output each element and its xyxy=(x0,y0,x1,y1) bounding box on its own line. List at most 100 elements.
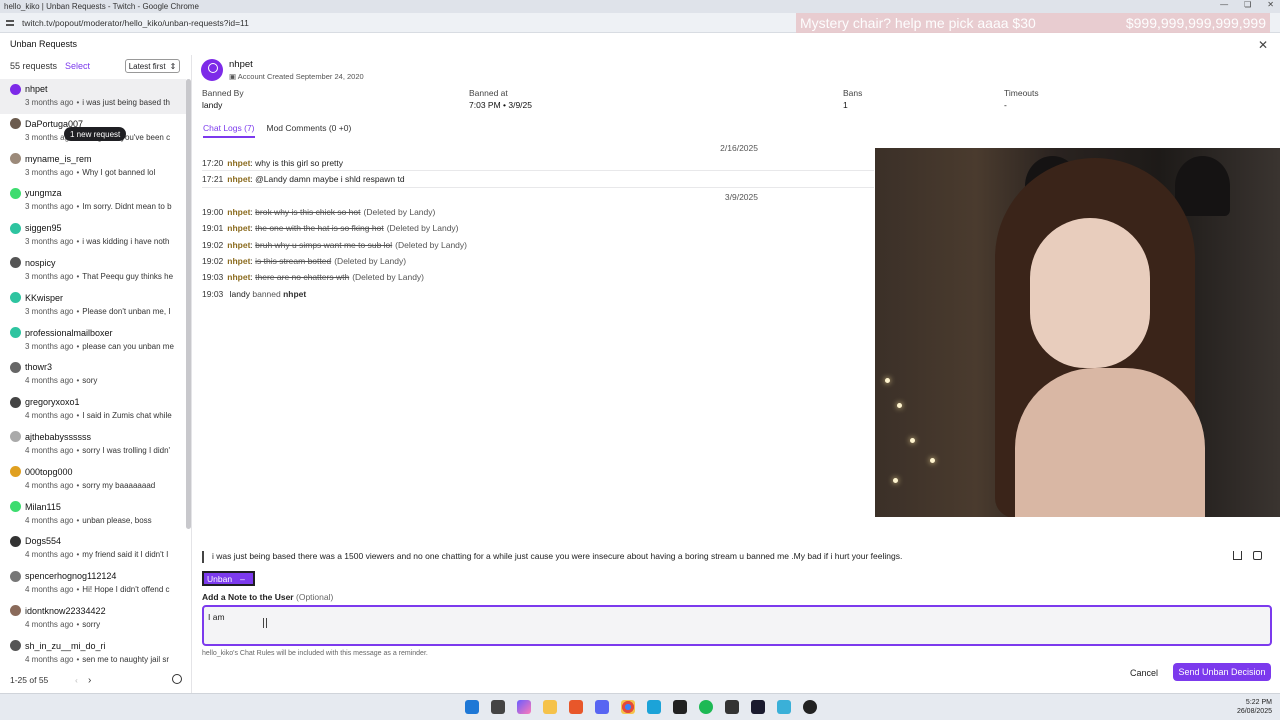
chat-author[interactable]: nhpet xyxy=(227,272,250,282)
ban-event: 19:03 landy banned nhpet xyxy=(202,288,307,299)
username[interactable]: nhpet xyxy=(229,59,364,70)
sidebar-scrollbar[interactable] xyxy=(186,79,191,529)
request-username: nospicy xyxy=(25,257,56,268)
edge-icon[interactable] xyxy=(647,700,661,714)
cancel-button[interactable]: Cancel xyxy=(1126,665,1162,681)
request-list-item[interactable]: 000topg000 4 months ago • sorry my baaaaaaa… xyxy=(0,462,186,497)
chat-message: 19:02 nhpet: bruh why u simps want me to … xyxy=(202,239,467,250)
avatar xyxy=(10,292,21,304)
copilot-icon[interactable] xyxy=(517,700,531,714)
chat-author[interactable]: nhpet xyxy=(227,240,250,250)
minimize-icon[interactable]: — xyxy=(1220,0,1228,9)
chat-message: 19:00 nhpet: brok why is this chick so ho… xyxy=(202,206,436,217)
obs-icon[interactable] xyxy=(803,700,817,714)
window-controls: — ❏ ✕ xyxy=(1220,0,1274,9)
app-icon[interactable] xyxy=(751,700,765,714)
request-list-item[interactable]: idontknow22334422 4 months ago • sorry xyxy=(0,601,186,636)
request-age: 4 months ago xyxy=(25,515,74,525)
avatar xyxy=(10,605,21,617)
prev-page-button[interactable]: ‹ xyxy=(75,675,78,685)
request-username: KKwisper xyxy=(25,292,64,303)
file-explorer-icon[interactable] xyxy=(491,700,505,714)
deleted-message: bruh why u simps want me to sub lol xyxy=(255,239,393,250)
close-icon[interactable]: ✕ xyxy=(1258,38,1268,52)
sidebar-toolbar: 55 requests Select Latest first ⇕ xyxy=(0,55,191,77)
chrome-icon[interactable] xyxy=(621,700,635,714)
request-list-item[interactable]: thowr3 4 months ago • sory xyxy=(0,357,186,392)
request-list-item[interactable]: Dogs554 4 months ago • my friend said it I … xyxy=(0,531,186,566)
select-link[interactable]: Select xyxy=(65,61,90,71)
request-username: Milan115 xyxy=(25,501,61,512)
request-snippet: sorry xyxy=(82,619,101,629)
chat-message: 17:21 nhpet: @Landy damn maybe i shld res… xyxy=(202,171,874,188)
unban-decision-toggle[interactable]: Unban – xyxy=(202,571,255,586)
request-list-item[interactable]: Milan115 4 months ago • unban please, boss xyxy=(0,497,186,532)
request-age: 3 months ago xyxy=(25,237,74,247)
request-list-item[interactable]: yungmza 3 months ago • Im sorry. Didnt mean… xyxy=(0,183,186,218)
avatar[interactable] xyxy=(201,59,223,81)
request-list-item[interactable]: professionalmailboxer 3 months ago • please… xyxy=(0,323,186,358)
window-close-icon[interactable]: ✕ xyxy=(1267,0,1274,9)
tab-chat-logs[interactable]: Chat Logs (7) xyxy=(203,123,255,138)
chat-author[interactable]: nhpet xyxy=(227,256,250,266)
request-age: 4 months ago xyxy=(25,411,74,421)
request-age: 4 months ago xyxy=(25,654,74,664)
avatar xyxy=(10,640,21,652)
request-list-item[interactable]: gregoryxoxo1 4 months ago • I said in Zumis… xyxy=(0,392,186,427)
ban-mod[interactable]: landy xyxy=(230,289,250,299)
request-snippet: please can you unban me xyxy=(82,341,174,351)
chat-author[interactable]: nhpet xyxy=(227,174,250,184)
sort-dropdown[interactable]: Latest first ⇕ xyxy=(125,59,180,73)
user-header: nhpet ▣ Account Created September 24, 20… xyxy=(201,59,364,81)
request-username: gregoryxoxo1 xyxy=(25,397,80,408)
request-age: 4 months ago xyxy=(25,376,74,386)
calendar-icon: ▣ xyxy=(229,72,237,81)
request-list-item[interactable]: sh_in_zu__mi_do_ri 4 months ago • sen me to… xyxy=(0,636,186,671)
next-page-button[interactable]: › xyxy=(88,675,91,686)
site-settings-icon[interactable] xyxy=(6,18,16,28)
stat-timeouts: Timeouts - xyxy=(1004,88,1039,110)
windows-start-icon[interactable] xyxy=(465,700,479,714)
spotify-icon[interactable] xyxy=(699,700,713,714)
request-list-item[interactable]: siggen95 3 months ago • i was kidding i hav… xyxy=(0,218,186,253)
request-list-item[interactable]: myname_is_rem 3 months ago • Why I got bann… xyxy=(0,149,186,184)
request-snippet: Hi! Hope I didn't offend c xyxy=(82,585,170,595)
folder-icon[interactable] xyxy=(543,700,557,714)
message-text: @Landy damn maybe i shld respawn td xyxy=(255,174,405,185)
timer-icon[interactable] xyxy=(172,674,182,684)
chat-author[interactable]: nhpet xyxy=(227,158,250,168)
url-text[interactable]: twitch.tv/popout/moderator/hello_kiko/un… xyxy=(22,18,249,28)
message-options-icon[interactable] xyxy=(1253,551,1262,560)
taskbar-apps xyxy=(465,700,817,714)
avatar xyxy=(10,535,21,547)
send-unban-decision-button[interactable]: Send Unban Decision xyxy=(1173,663,1271,681)
overlay-goal-text: Mystery chair? help me pick aaaa $30 xyxy=(800,15,1036,31)
notes-icon[interactable] xyxy=(777,700,791,714)
discord-icon[interactable] xyxy=(595,700,609,714)
share-icon[interactable] xyxy=(1233,551,1242,560)
system-clock[interactable]: 5:22 PM 26/08/2025 xyxy=(1237,698,1272,716)
chat-author[interactable]: nhpet xyxy=(227,223,250,233)
request-list-item[interactable]: nospicy 3 months ago • That Peequ guy think… xyxy=(0,253,186,288)
pagination-range: 1-25 of 55 xyxy=(10,675,49,685)
request-list-item[interactable]: spencerhognog112124 4 months ago • Hi! Hope… xyxy=(0,566,186,601)
brave-icon[interactable] xyxy=(569,700,583,714)
request-list-item[interactable]: ajthebabyssssss 4 months ago • sorry I was … xyxy=(0,427,186,462)
deleted-message: there are no chatters wth xyxy=(255,272,350,283)
capcut-icon[interactable] xyxy=(725,700,739,714)
request-snippet: sory xyxy=(82,376,98,386)
chevron-updown-icon: ⇕ xyxy=(169,61,177,71)
avatar xyxy=(10,83,21,95)
date-separator: 2/16/2025 xyxy=(720,143,758,153)
avatar xyxy=(10,222,21,234)
new-request-badge[interactable]: 1 new request xyxy=(64,127,127,141)
deleted-message: is this stream botted xyxy=(255,255,332,266)
restore-icon[interactable]: ❏ xyxy=(1244,0,1251,9)
chat-author[interactable]: nhpet xyxy=(227,207,250,217)
request-list-item[interactable]: KKwisper 3 months ago • Please don't unban … xyxy=(0,288,186,323)
tab-mod-comments[interactable]: Mod Comments (0 +0) xyxy=(267,123,352,138)
request-list-item[interactable]: nhpet 3 months ago • i was just being based… xyxy=(0,79,186,114)
os-taskbar: 5:22 PM 26/08/2025 xyxy=(0,693,1280,720)
steam-icon[interactable] xyxy=(673,700,687,714)
note-input[interactable] xyxy=(202,605,1272,646)
